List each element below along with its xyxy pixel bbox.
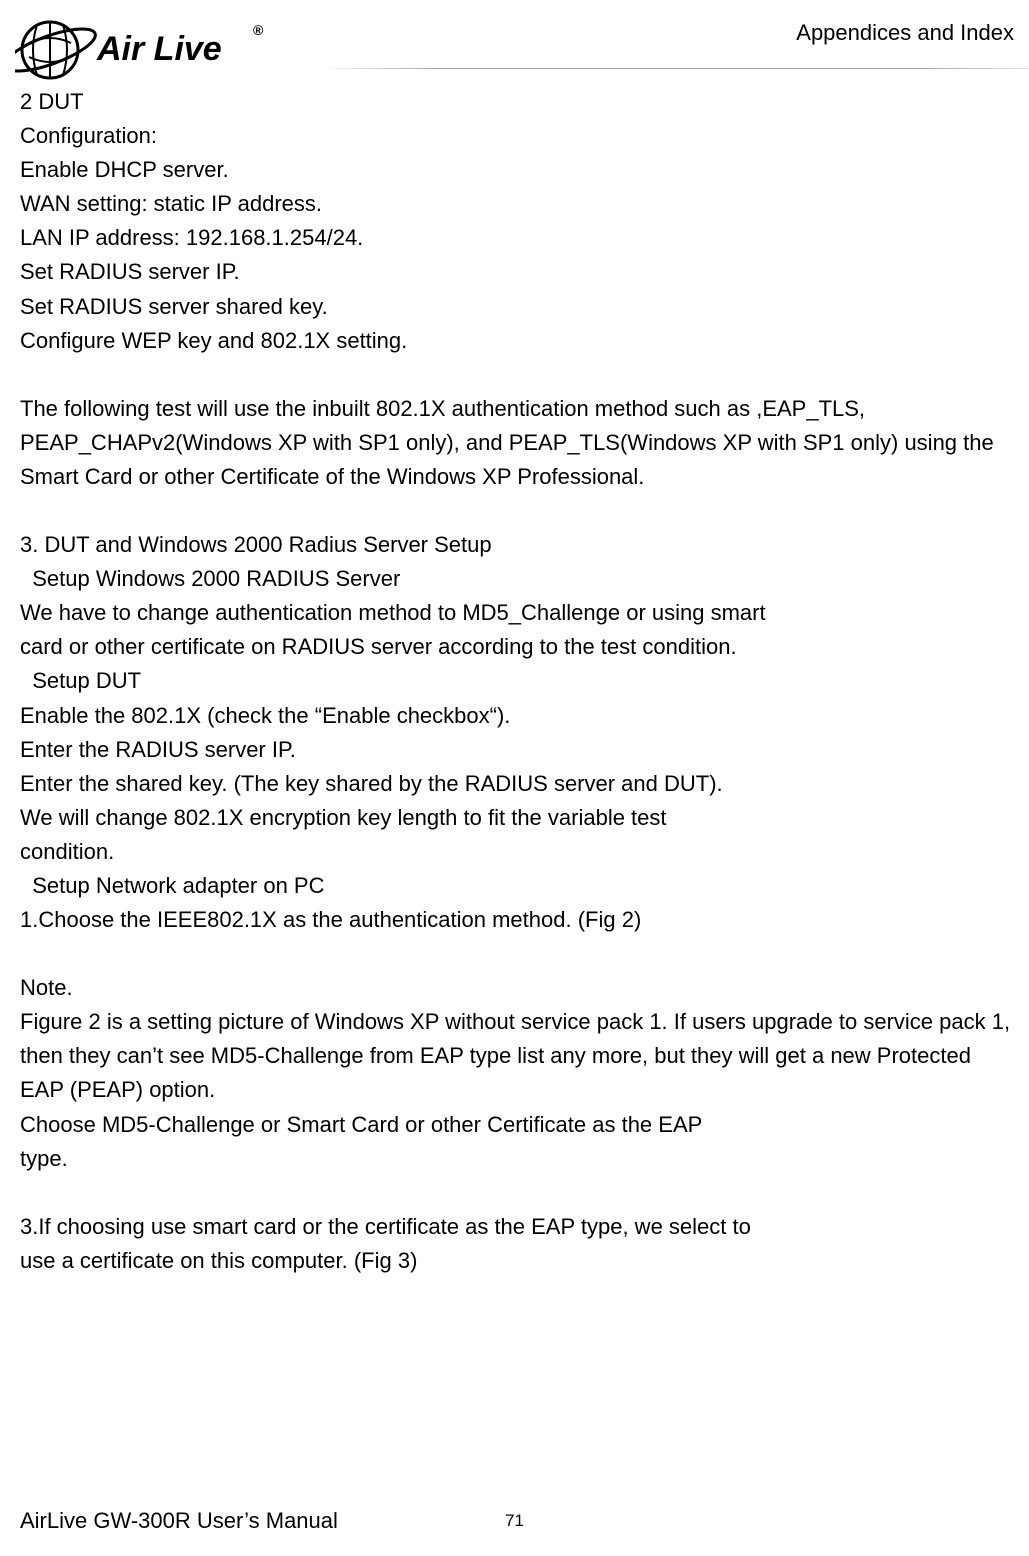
text-line: Choose MD5-Challenge or Smart Card or ot… bbox=[20, 1108, 1019, 1142]
text-paragraph: The following test will use the inbuilt … bbox=[20, 392, 1019, 494]
blank-line bbox=[20, 937, 1019, 971]
text-line: use a certificate on this computer. (Fig… bbox=[20, 1244, 1019, 1278]
footer-manual-title: AirLive GW-300R User’s Manual bbox=[20, 1508, 338, 1534]
text-line: condition. bbox=[20, 835, 1019, 869]
text-line: Enable the 802.1X (check the “Enable che… bbox=[20, 699, 1019, 733]
logo: Air Live ® bbox=[15, 15, 270, 85]
header-section-title: Appendices and Index bbox=[796, 20, 1014, 46]
text-line: Set RADIUS server IP. bbox=[20, 255, 1019, 289]
text-line: 1.Choose the IEEE802.1X as the authentic… bbox=[20, 903, 1019, 937]
text-line: Setup DUT bbox=[20, 664, 1019, 698]
text-line: We will change 802.1X encryption key len… bbox=[20, 801, 1019, 835]
text-line: type. bbox=[20, 1142, 1019, 1176]
text-line: card or other certificate on RADIUS serv… bbox=[20, 630, 1019, 664]
footer: AirLive GW-300R User’s Manual 71 bbox=[20, 1508, 1009, 1534]
main-content: 2 DUT Configuration: Enable DHCP server.… bbox=[20, 85, 1019, 1278]
text-line: 2 DUT bbox=[20, 85, 1019, 119]
airlive-planet-icon: Air Live ® bbox=[15, 15, 270, 85]
blank-line bbox=[20, 358, 1019, 392]
header-divider bbox=[330, 68, 1029, 69]
text-line: Enter the RADIUS server IP. bbox=[20, 733, 1019, 767]
text-line: 3.If choosing use smart card or the cert… bbox=[20, 1210, 1019, 1244]
text-line: Set RADIUS server shared key. bbox=[20, 290, 1019, 324]
text-line: Enable DHCP server. bbox=[20, 153, 1019, 187]
text-line: Enter the shared key. (The key shared by… bbox=[20, 767, 1019, 801]
blank-line bbox=[20, 1176, 1019, 1210]
text-line: We have to change authentication method … bbox=[20, 596, 1019, 630]
text-line: Setup Windows 2000 RADIUS Server bbox=[20, 562, 1019, 596]
text-line: Configure WEP key and 802.1X setting. bbox=[20, 324, 1019, 358]
text-line: 3. DUT and Windows 2000 Radius Server Se… bbox=[20, 528, 1019, 562]
page-number: 71 bbox=[505, 1511, 524, 1531]
text-line: Note. bbox=[20, 971, 1019, 1005]
svg-text:®: ® bbox=[253, 22, 264, 38]
text-paragraph: Figure 2 is a setting picture of Windows… bbox=[20, 1005, 1019, 1107]
text-line: LAN IP address: 192.168.1.254/24. bbox=[20, 221, 1019, 255]
text-line: Configuration: bbox=[20, 119, 1019, 153]
svg-text:Air Live: Air Live bbox=[96, 30, 222, 68]
blank-line bbox=[20, 494, 1019, 528]
text-line: Setup Network adapter on PC bbox=[20, 869, 1019, 903]
text-line: WAN setting: static IP address. bbox=[20, 187, 1019, 221]
